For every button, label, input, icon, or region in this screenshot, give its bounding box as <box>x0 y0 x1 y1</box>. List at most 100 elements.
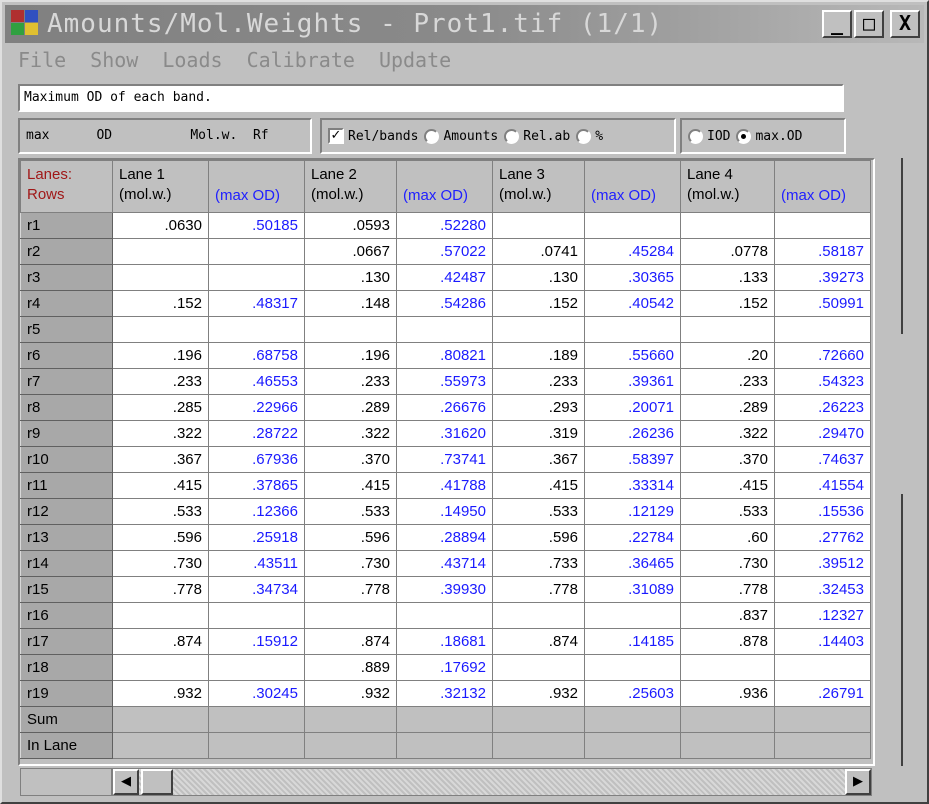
molw-cell[interactable] <box>304 316 397 343</box>
rel-ab-option[interactable]: Rel.ab <box>504 128 570 144</box>
od-cell[interactable] <box>208 654 305 681</box>
maximize-button[interactable]: □ <box>854 10 884 38</box>
percent-option[interactable]: % <box>576 128 603 144</box>
od-cell[interactable]: .37865 <box>208 472 305 499</box>
row-label[interactable]: r1 <box>20 212 113 239</box>
molw-cell[interactable]: .130 <box>492 264 585 291</box>
lane-1-molw-header[interactable]: Lane 1 (mol.w.) <box>112 160 209 213</box>
molw-cell[interactable]: .733 <box>492 550 585 577</box>
molw-cell[interactable]: .152 <box>680 290 775 317</box>
od-cell[interactable]: .46553 <box>208 368 305 395</box>
molw-cell[interactable]: .415 <box>304 472 397 499</box>
od-cell[interactable]: .14950 <box>396 498 493 525</box>
molw-cell[interactable] <box>680 654 775 681</box>
od-cell[interactable]: .28894 <box>396 524 493 551</box>
od-cell[interactable]: .55660 <box>584 342 681 369</box>
molw-cell[interactable]: .889 <box>304 654 397 681</box>
molw-cell[interactable]: .0667 <box>304 238 397 265</box>
iod-option[interactable]: IOD <box>688 128 730 144</box>
molw-cell[interactable] <box>492 316 585 343</box>
molw-cell[interactable]: .730 <box>304 550 397 577</box>
row-label[interactable]: r7 <box>20 368 113 395</box>
od-cell[interactable]: .26676 <box>396 394 493 421</box>
od-cell[interactable]: .15912 <box>208 628 305 655</box>
od-cell[interactable]: .31620 <box>396 420 493 447</box>
od-cell[interactable]: .14185 <box>584 628 681 655</box>
data-grid[interactable]: Lanes: Rows Lane 1 (mol.w.) (max OD) Lan… <box>18 158 875 766</box>
molw-cell[interactable] <box>492 654 585 681</box>
row-label[interactable]: r5 <box>20 316 113 343</box>
molw-cell[interactable]: .293 <box>492 394 585 421</box>
molw-cell[interactable]: .367 <box>112 446 209 473</box>
molw-cell[interactable]: .189 <box>492 342 585 369</box>
amounts-option[interactable]: Amounts <box>424 128 498 144</box>
molw-cell[interactable]: .133 <box>680 264 775 291</box>
row-label[interactable]: r6 <box>20 342 113 369</box>
od-cell[interactable]: .34734 <box>208 576 305 603</box>
od-cell[interactable] <box>584 654 681 681</box>
od-cell[interactable]: .67936 <box>208 446 305 473</box>
molw-cell[interactable]: .533 <box>304 498 397 525</box>
row-label[interactable]: r12 <box>20 498 113 525</box>
molw-cell[interactable]: .233 <box>112 368 209 395</box>
scroll-left-button[interactable]: ◀ <box>113 769 139 795</box>
od-cell[interactable] <box>774 654 871 681</box>
od-cell[interactable]: .50185 <box>208 212 305 239</box>
molw-cell[interactable]: .130 <box>304 264 397 291</box>
molw-cell[interactable]: .874 <box>112 628 209 655</box>
rel-bands-option[interactable]: ✓ Rel/bands <box>328 128 418 144</box>
od-cell[interactable]: .68758 <box>208 342 305 369</box>
od-cell[interactable] <box>774 316 871 343</box>
od-cell[interactable] <box>584 212 681 239</box>
od-cell[interactable]: .54286 <box>396 290 493 317</box>
molw-cell[interactable]: .730 <box>680 550 775 577</box>
od-cell[interactable]: .55973 <box>396 368 493 395</box>
od-cell[interactable]: .58187 <box>774 238 871 265</box>
row-label[interactable]: r16 <box>20 602 113 629</box>
scroll-right-button[interactable]: ▶ <box>845 769 871 795</box>
molw-cell[interactable]: .596 <box>492 524 585 551</box>
od-cell[interactable]: .20071 <box>584 394 681 421</box>
molw-cell[interactable]: .596 <box>304 524 397 551</box>
molw-cell[interactable]: .0741 <box>492 238 585 265</box>
molw-cell[interactable]: .874 <box>304 628 397 655</box>
od-cell[interactable]: .22966 <box>208 394 305 421</box>
lane-4-od-header[interactable]: (max OD) <box>774 160 871 213</box>
molw-cell[interactable]: .0630 <box>112 212 209 239</box>
od-cell[interactable] <box>774 212 871 239</box>
molw-cell[interactable]: .148 <box>304 290 397 317</box>
molw-cell[interactable]: .878 <box>680 628 775 655</box>
molw-cell[interactable]: .415 <box>492 472 585 499</box>
od-cell[interactable] <box>396 316 493 343</box>
od-cell[interactable]: .31089 <box>584 576 681 603</box>
molw-cell[interactable]: .367 <box>492 446 585 473</box>
od-cell[interactable]: .33314 <box>584 472 681 499</box>
od-cell[interactable]: .15536 <box>774 498 871 525</box>
menu-file[interactable]: File <box>18 48 66 76</box>
od-cell[interactable]: .54323 <box>774 368 871 395</box>
molw-cell[interactable]: .289 <box>680 394 775 421</box>
molw-cell[interactable]: .932 <box>492 680 585 707</box>
row-label[interactable]: r15 <box>20 576 113 603</box>
od-cell[interactable] <box>584 602 681 629</box>
od-cell[interactable]: .39512 <box>774 550 871 577</box>
row-label[interactable]: r8 <box>20 394 113 421</box>
od-cell[interactable]: .30245 <box>208 680 305 707</box>
row-label[interactable]: r4 <box>20 290 113 317</box>
molw-cell[interactable]: .322 <box>112 420 209 447</box>
molw-cell[interactable]: .233 <box>304 368 397 395</box>
od-cell[interactable]: .32453 <box>774 576 871 603</box>
lane-3-od-header[interactable]: (max OD) <box>584 160 681 213</box>
molw-cell[interactable] <box>112 316 209 343</box>
od-cell[interactable]: .25603 <box>584 680 681 707</box>
od-cell[interactable]: .36465 <box>584 550 681 577</box>
od-cell[interactable]: .12366 <box>208 498 305 525</box>
row-label[interactable]: r14 <box>20 550 113 577</box>
molw-cell[interactable]: .533 <box>112 498 209 525</box>
od-cell[interactable]: .22784 <box>584 524 681 551</box>
row-label[interactable]: r18 <box>20 654 113 681</box>
od-cell[interactable]: .41554 <box>774 472 871 499</box>
molw-cell[interactable] <box>112 238 209 265</box>
molw-cell[interactable] <box>304 602 397 629</box>
od-cell[interactable]: .32132 <box>396 680 493 707</box>
